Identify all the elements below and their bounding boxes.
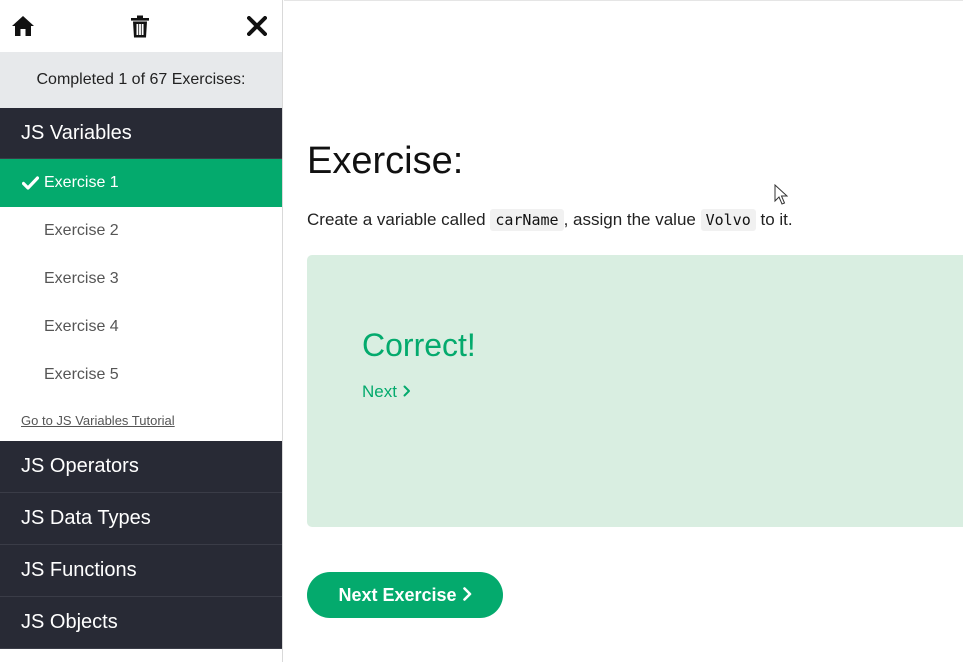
result-panel: Correct! Next: [307, 255, 963, 527]
instruction-text: Create a variable called: [307, 210, 486, 229]
exercise-item-5[interactable]: Exercise 5: [0, 351, 282, 399]
home-icon[interactable]: [10, 13, 36, 39]
next-link-label: Next: [362, 382, 397, 401]
instruction-text: , assign the value: [563, 210, 696, 229]
exercise-item-3[interactable]: Exercise 3: [0, 255, 282, 303]
exercise-item-label: Exercise 5: [44, 366, 119, 383]
exercise-main: Exercise: Create a variable called carNa…: [284, 0, 963, 662]
code-snippet-varname: carName: [490, 209, 564, 231]
sidebar-toolbar: [0, 0, 282, 52]
category-js-variables[interactable]: JS Variables: [0, 108, 282, 159]
chevron-right-icon: [462, 585, 472, 606]
app-window: Completed 1 of 67 Exercises: JS Variable…: [0, 0, 963, 662]
exercise-item-label: Exercise 1: [44, 174, 119, 191]
category-js-functions[interactable]: JS Functions: [0, 545, 282, 597]
next-exercise-label: Next Exercise: [338, 584, 457, 605]
exercise-instruction: Create a variable called carName, assign…: [307, 209, 793, 231]
exercise-sidebar: Completed 1 of 67 Exercises: JS Variable…: [0, 0, 283, 662]
page-title: Exercise:: [307, 140, 464, 182]
exercise-item-label: Exercise 4: [44, 318, 119, 335]
top-divider: [284, 0, 963, 1]
check-icon: [22, 176, 39, 190]
exercise-item-1[interactable]: Exercise 1: [0, 159, 282, 207]
exercise-item-label: Exercise 3: [44, 270, 119, 287]
chevron-right-icon: [403, 382, 411, 402]
trash-icon[interactable]: [127, 13, 153, 39]
instruction-text: to it.: [760, 210, 793, 229]
progress-status: Completed 1 of 67 Exercises:: [0, 52, 282, 108]
category-js-objects[interactable]: JS Objects: [0, 597, 282, 649]
category-list: JS Operators JS Data Types JS Functions …: [0, 441, 282, 649]
category-js-data-types[interactable]: JS Data Types: [0, 493, 282, 545]
result-message: Correct!: [362, 327, 476, 363]
next-exercise-button[interactable]: Next Exercise: [307, 572, 503, 618]
exercise-item-2[interactable]: Exercise 2: [0, 207, 282, 255]
next-link[interactable]: Next: [362, 382, 411, 402]
category-js-operators[interactable]: JS Operators: [0, 441, 282, 493]
mouse-cursor-icon: [774, 183, 789, 211]
exercise-item-label: Exercise 2: [44, 222, 119, 239]
exercise-item-4[interactable]: Exercise 4: [0, 303, 282, 351]
code-snippet-value: Volvo: [700, 209, 756, 231]
close-icon[interactable]: [244, 13, 270, 39]
tutorial-link[interactable]: Go to JS Variables Tutorial: [0, 399, 282, 441]
